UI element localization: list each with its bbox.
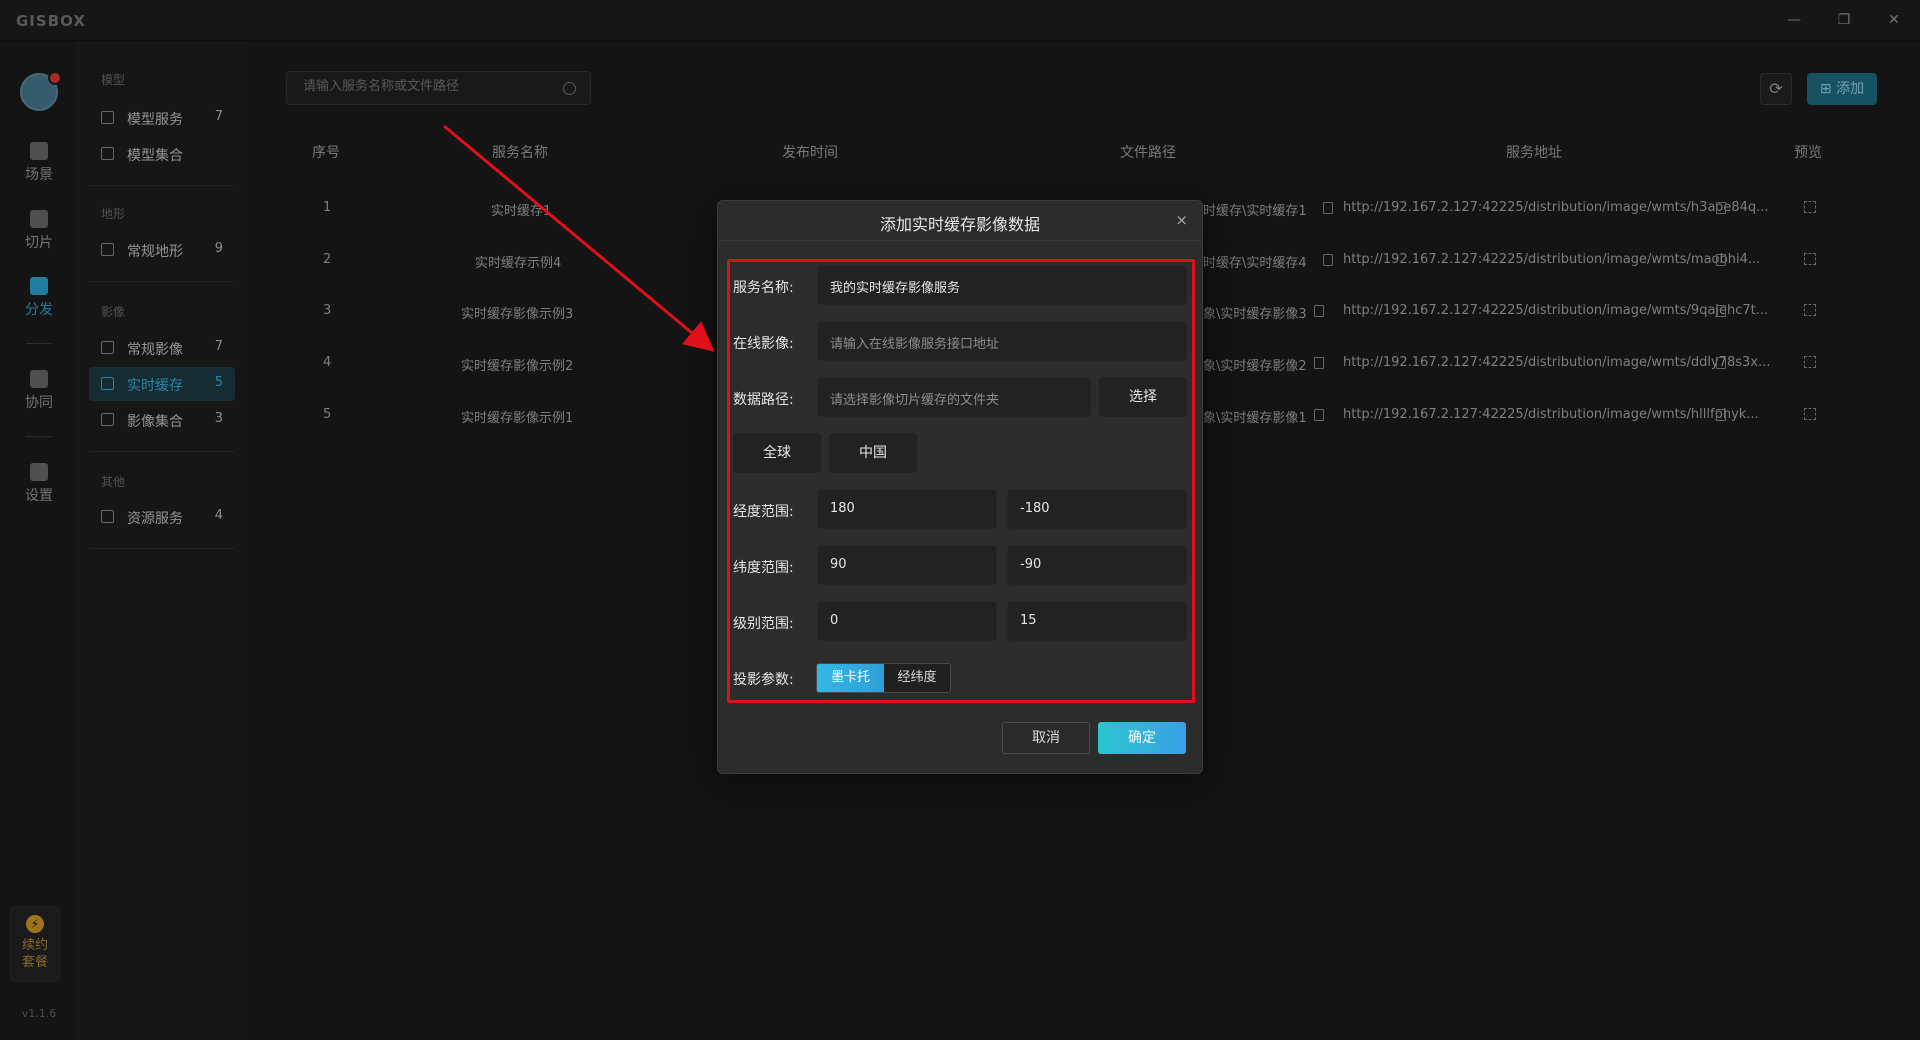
data-path-field[interactable]: 请选择影像切片缓存的文件夹 [817,377,1091,417]
lat-max-field[interactable]: -90 [1007,545,1187,585]
projection-toggle: 墨卡托 经纬度 [816,663,951,693]
level-min-value: 0 [830,613,839,628]
level-max-value: 15 [1020,613,1037,628]
projection-latlon-option[interactable]: 经纬度 [884,664,950,692]
select-folder-button[interactable]: 选择 [1099,377,1187,417]
preset-china-button[interactable]: 中国 [829,433,917,473]
confirm-button[interactable]: 确定 [1098,722,1186,754]
lon-min-field[interactable]: 180 [817,489,997,529]
service-name-field[interactable]: 我的实时缓存影像服务 [817,265,1187,305]
lat-max-value: -90 [1020,557,1042,572]
cancel-button[interactable]: 取消 [1002,722,1090,754]
lon-min-value: 180 [830,501,855,516]
dialog-title: 添加实时缓存影像数据 [879,215,1040,234]
lon-max-value: -180 [1020,501,1050,516]
projection-label: 投影参数: [733,672,794,688]
lon-max-field[interactable]: -180 [1007,489,1187,529]
level-max-field[interactable]: 15 [1007,601,1187,641]
online-image-field[interactable]: 请输入在线影像服务接口地址 [817,321,1187,361]
lat-min-value: 90 [830,557,847,572]
data-path-label: 数据路径: [733,392,794,408]
service-name-value: 我的实时缓存影像服务 [830,281,961,296]
online-image-label: 在线影像: [733,336,794,352]
close-icon[interactable]: × [1175,211,1188,229]
add-realtime-cache-dialog: 添加实时缓存影像数据 × 服务名称: 我的实时缓存影像服务 在线影像: 请输入在… [717,200,1203,774]
online-image-placeholder: 请输入在线影像服务接口地址 [830,337,1000,352]
lat-min-field[interactable]: 90 [817,545,997,585]
projection-mercator-option[interactable]: 墨卡托 [817,664,884,692]
level-range-label: 级别范围: [733,616,794,632]
level-min-field[interactable]: 0 [817,601,997,641]
data-path-placeholder: 请选择影像切片缓存的文件夹 [830,393,1000,408]
preset-global-button[interactable]: 全球 [733,433,821,473]
lon-range-label: 经度范围: [733,504,794,520]
lat-range-label: 纬度范围: [733,560,794,576]
dialog-header: 添加实时缓存影像数据 × [718,201,1202,241]
service-name-label: 服务名称: [733,280,794,296]
